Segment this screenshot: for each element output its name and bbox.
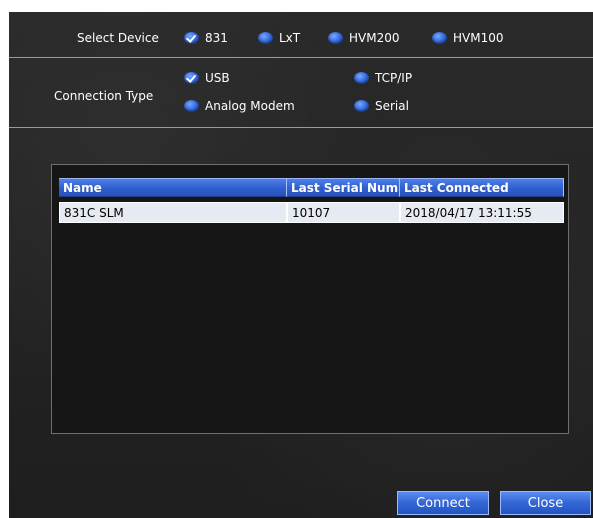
radio-unchecked-icon	[184, 100, 199, 112]
dialog-panel: Select Device 831 LxT HVM200 HVM100 Conn…	[9, 12, 593, 518]
select-device-label: Select Device	[77, 31, 159, 45]
connect-button[interactable]: Connect	[397, 491, 489, 515]
connection-option-label: Analog Modem	[205, 99, 295, 113]
radio-checked-icon	[184, 32, 199, 44]
table-cell-last-connected: 2018/04/17 13:11:55	[400, 202, 564, 223]
connect-dialog: Select Device 831 LxT HVM200 HVM100 Conn…	[0, 0, 593, 518]
column-header-last-serial-num[interactable]: Last Serial Num	[287, 178, 400, 197]
device-table[interactable]: Name Last Serial Num Last Connected 831C…	[51, 164, 569, 434]
device-option-label: HVM200	[349, 31, 400, 45]
radio-unchecked-icon	[432, 32, 447, 44]
device-option-hvm100[interactable]: HVM100	[432, 31, 504, 45]
divider	[9, 57, 593, 58]
connection-option-analog-modem[interactable]: Analog Modem	[184, 99, 295, 113]
device-option-lxt[interactable]: LxT	[258, 31, 300, 45]
table-header: Name Last Serial Num Last Connected	[59, 178, 564, 197]
table-cell-name: 831C SLM	[59, 202, 287, 223]
connection-option-usb[interactable]: USB	[184, 71, 230, 85]
column-header-last-connected[interactable]: Last Connected	[400, 178, 564, 197]
divider	[9, 127, 593, 128]
connection-option-label: TCP/IP	[375, 71, 413, 85]
radio-unchecked-icon	[354, 100, 369, 112]
device-option-831[interactable]: 831	[184, 31, 228, 45]
device-option-label: HVM100	[453, 31, 504, 45]
connection-option-label: Serial	[375, 99, 409, 113]
radio-unchecked-icon	[258, 32, 273, 44]
table-cell-serial: 10107	[287, 202, 400, 223]
radio-unchecked-icon	[328, 32, 343, 44]
table-row[interactable]: 831C SLM 10107 2018/04/17 13:11:55	[59, 202, 564, 223]
radio-checked-icon	[184, 72, 199, 84]
connection-type-label: Connection Type	[54, 89, 154, 103]
device-option-hvm200[interactable]: HVM200	[328, 31, 400, 45]
device-option-label: LxT	[279, 31, 301, 45]
column-header-name[interactable]: Name	[59, 178, 287, 197]
radio-unchecked-icon	[354, 72, 369, 84]
device-option-label: 831	[205, 31, 228, 45]
connection-option-label: USB	[205, 71, 230, 85]
connection-option-tcpip[interactable]: TCP/IP	[354, 71, 412, 85]
connection-option-serial[interactable]: Serial	[354, 99, 409, 113]
close-button[interactable]: Close	[500, 491, 591, 515]
